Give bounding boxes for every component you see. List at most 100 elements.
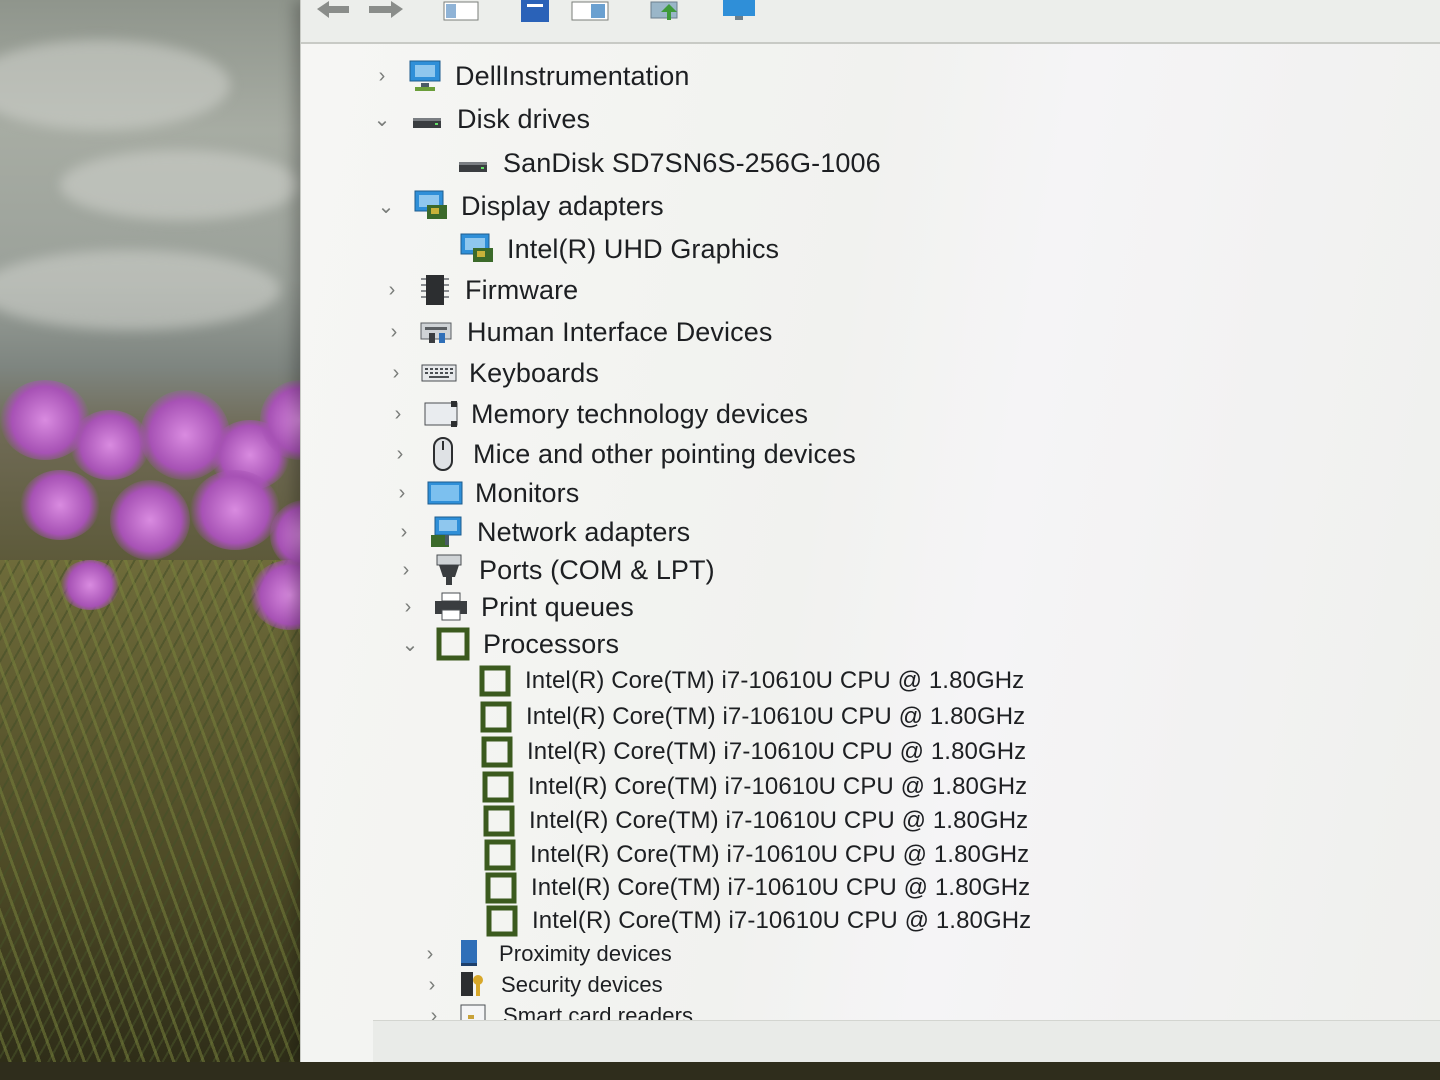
- monitor-button[interactable]: [719, 0, 759, 22]
- firmware-chip-icon: [417, 273, 453, 307]
- horizontal-scrollbar[interactable]: [373, 1020, 1440, 1062]
- device-tree: › DellInstrumentation ⌄ Disk drives SanD…: [301, 44, 1440, 1020]
- back-arrow-icon: [317, 1, 349, 18]
- scan-hardware-changes-button[interactable]: [645, 0, 685, 22]
- tree-node-mice-and-other-pointing-devices[interactable]: › Mice and other pointing devices: [389, 436, 856, 472]
- disk-drive-icon: [409, 102, 445, 136]
- tree-node-monitors[interactable]: › Monitors: [391, 475, 580, 511]
- tree-node-label: Mice and other pointing devices: [473, 438, 856, 469]
- tree-node-cpu[interactable]: Intel(R) Core(TM) i7-10610U CPU @ 1.80GH…: [482, 837, 1029, 873]
- tree-node-label: Firmware: [465, 274, 579, 305]
- tree-node-print-queues[interactable]: › Print queues: [397, 589, 634, 625]
- tree-node-label: DellInstrumentation: [455, 60, 690, 91]
- properties-icon: [521, 0, 549, 22]
- tree-node-label: Keyboards: [469, 357, 599, 388]
- tree-node-sandisk-drive[interactable]: SanDisk SD7SN6S-256G-1006: [455, 145, 881, 181]
- network-adapter-icon: [429, 515, 465, 549]
- tree-node-cpu[interactable]: Intel(R) Core(TM) i7-10610U CPU @ 1.80GH…: [483, 870, 1030, 906]
- console-tree-icon: [443, 1, 479, 21]
- chevron-down-icon[interactable]: ⌄: [399, 633, 421, 656]
- tree-node-label: Intel(R) Core(TM) i7-10610U CPU @ 1.80GH…: [528, 773, 1028, 800]
- chevron-right-icon[interactable]: ›: [381, 279, 403, 301]
- processor-icon: [481, 804, 517, 838]
- tree-node-keyboards[interactable]: › Keyboards: [385, 355, 599, 391]
- smart-card-reader-icon: [455, 999, 491, 1020]
- tree-node-ports[interactable]: › Ports (COM & LPT): [395, 552, 715, 588]
- chevron-right-icon[interactable]: ›: [391, 482, 413, 504]
- tree-node-label: Intel(R) Core(TM) i7-10610U CPU @ 1.80GH…: [530, 841, 1030, 868]
- security-icon: [453, 968, 489, 1002]
- tree-node-label: Security devices: [501, 972, 663, 997]
- proximity-icon: [451, 937, 487, 971]
- help-icon: [571, 1, 609, 21]
- chevron-right-icon[interactable]: ›: [397, 596, 419, 618]
- tree-node-label: Intel(R) Core(TM) i7-10610U CPU @ 1.80GH…: [532, 907, 1032, 934]
- processor-icon: [482, 838, 518, 872]
- scan-hardware-icon: [650, 1, 678, 20]
- tree-node-smart-card-readers[interactable]: › Smart card readers: [423, 998, 693, 1020]
- tree-node-label: Print queues: [481, 591, 634, 622]
- tree-node-cpu[interactable]: Intel(R) Core(TM) i7-10610U CPU @ 1.80GH…: [477, 663, 1024, 699]
- tree-node-cpu[interactable]: Intel(R) Core(TM) i7-10610U CPU @ 1.80GH…: [481, 803, 1028, 839]
- tree-node-label: Intel(R) Core(TM) i7-10610U CPU @ 1.80GH…: [525, 667, 1025, 694]
- processor-icon: [478, 700, 514, 734]
- tree-node-label: Intel(R) Core(TM) i7-10610U CPU @ 1.80GH…: [526, 703, 1026, 730]
- tree-node-label: Memory technology devices: [471, 398, 809, 429]
- device-manager-window: › DellInstrumentation ⌄ Disk drives SanD…: [300, 0, 1440, 1062]
- processor-icon: [483, 871, 519, 905]
- printer-icon: [433, 590, 469, 624]
- tree-node-processors[interactable]: ⌄ Processors: [399, 626, 619, 662]
- processor-icon: [477, 664, 513, 698]
- monitor-icon: [723, 0, 755, 20]
- help-button[interactable]: [569, 0, 611, 22]
- mouse-icon: [425, 437, 461, 471]
- tree-node-label: Monitors: [475, 477, 580, 508]
- tree-node-cpu[interactable]: Intel(R) Core(TM) i7-10610U CPU @ 1.80GH…: [478, 699, 1025, 735]
- processor-icon: [480, 770, 516, 804]
- tree-node-human-interface-devices[interactable]: › Human Interface Devices: [383, 314, 773, 350]
- chevron-right-icon[interactable]: ›: [395, 559, 417, 581]
- processor-icon: [484, 904, 520, 938]
- tree-node-label: Intel(R) Core(TM) i7-10610U CPU @ 1.80GH…: [531, 874, 1031, 901]
- tree-node-label: Network adapters: [477, 516, 691, 547]
- chevron-right-icon[interactable]: ›: [383, 321, 405, 343]
- display-adapter-icon: [413, 189, 449, 223]
- tree-node-display-adapters[interactable]: ⌄ Display adapters: [375, 188, 664, 224]
- tree-node-label: Intel(R) Core(TM) i7-10610U CPU @ 1.80GH…: [527, 738, 1027, 765]
- tree-node-label: Intel(R) Core(TM) i7-10610U CPU @ 1.80GH…: [529, 807, 1029, 834]
- tree-node-memory-technology-devices[interactable]: › Memory technology devices: [387, 396, 808, 432]
- tree-node-label: Intel(R) UHD Graphics: [507, 233, 780, 264]
- tree-node-firmware[interactable]: › Firmware: [381, 272, 578, 308]
- tree-node-label: Display adapters: [461, 190, 664, 221]
- chevron-right-icon[interactable]: ›: [385, 362, 407, 384]
- chevron-right-icon[interactable]: ›: [387, 403, 409, 425]
- tree-node-cpu[interactable]: Intel(R) Core(TM) i7-10610U CPU @ 1.80GH…: [484, 903, 1031, 939]
- chevron-down-icon[interactable]: ⌄: [375, 195, 397, 218]
- tree-node-label: Human Interface Devices: [467, 316, 773, 347]
- back-button[interactable]: [313, 0, 353, 22]
- chevron-right-icon[interactable]: ›: [371, 65, 393, 87]
- disk-drive-icon: [455, 146, 491, 180]
- show-hide-console-tree-button[interactable]: [441, 0, 481, 22]
- tree-node-dellinstrumentation[interactable]: › DellInstrumentation: [371, 58, 690, 94]
- chevron-right-icon[interactable]: ›: [389, 443, 411, 465]
- tree-node-cpu[interactable]: Intel(R) Core(TM) i7-10610U CPU @ 1.80GH…: [479, 734, 1026, 770]
- tree-node-network-adapters[interactable]: › Network adapters: [393, 514, 690, 550]
- chevron-right-icon[interactable]: ›: [393, 521, 415, 543]
- tree-node-label: Ports (COM & LPT): [479, 554, 715, 585]
- forward-button[interactable]: [365, 0, 407, 22]
- tree-node-intel-uhd-graphics[interactable]: Intel(R) UHD Graphics: [459, 231, 779, 267]
- desktop-edge: [0, 1062, 1440, 1080]
- tree-node-cpu[interactable]: Intel(R) Core(TM) i7-10610U CPU @ 1.80GH…: [480, 769, 1027, 805]
- tree-node-disk-drives[interactable]: ⌄ Disk drives: [371, 101, 590, 137]
- chevron-right-icon[interactable]: ›: [423, 1005, 445, 1021]
- tree-node-label: Smart card readers: [503, 1003, 694, 1020]
- chevron-down-icon[interactable]: ⌄: [371, 108, 393, 131]
- chevron-right-icon[interactable]: ›: [419, 943, 441, 965]
- processor-icon: [479, 735, 515, 769]
- port-icon: [431, 553, 467, 587]
- tree-node-label: Processors: [483, 628, 620, 659]
- memory-card-icon: [423, 397, 459, 431]
- properties-button[interactable]: [517, 0, 553, 22]
- chevron-right-icon[interactable]: ›: [421, 974, 443, 996]
